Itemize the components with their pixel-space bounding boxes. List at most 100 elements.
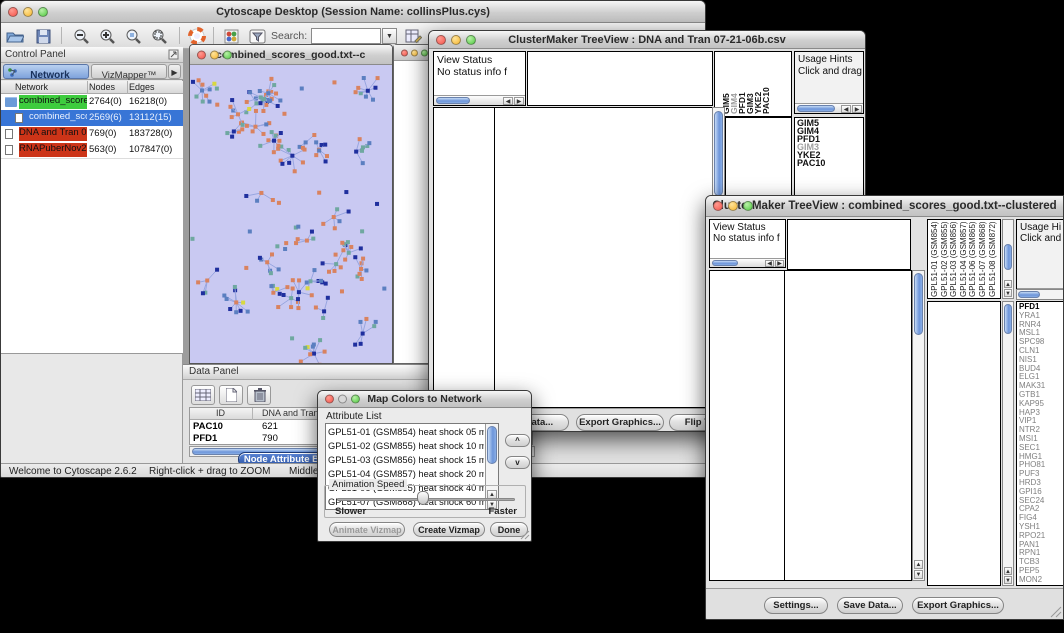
detail-heatmap-canvas[interactable] [929, 303, 999, 584]
tv1-column-labels-panel: GIM5GIM4PFD1GIM3YKE2PAC10 [714, 51, 792, 117]
configure-search-icon[interactable] [403, 26, 423, 46]
tv1-status-scrollbar[interactable]: ◀ ▶ [434, 95, 525, 105]
similarity-matrix-canvas[interactable] [731, 120, 779, 168]
close-button[interactable] [436, 35, 446, 45]
zoom-button[interactable] [351, 395, 360, 404]
tv2-genelist-hscrollbar[interactable] [1016, 289, 1064, 300]
zoom-selected-icon[interactable] [123, 26, 143, 46]
data-panel-title: Data Panel [189, 366, 238, 377]
slider-min-label: Slower [335, 506, 366, 517]
filter-icon[interactable] [247, 26, 267, 46]
gene-label: PEP5 [1019, 567, 1045, 576]
zoom-button[interactable] [466, 35, 476, 45]
close-button[interactable] [325, 395, 334, 404]
animate-vizmap-button[interactable]: Animate Vizmap [329, 522, 405, 537]
tv2-global-vscrollbar[interactable]: ▲ ▼ [912, 270, 925, 581]
vizmapper-icon[interactable] [221, 26, 241, 46]
tv2-global-heatmap-panel[interactable] [784, 270, 912, 581]
resize-grip[interactable] [520, 530, 530, 540]
minimize-button[interactable] [23, 7, 33, 17]
network-view-canvas[interactable] [190, 65, 392, 363]
tv1-heatmap-panel[interactable] [494, 107, 713, 408]
tv2-right-lower-vscrollbar[interactable]: ▲ ▼ [1002, 301, 1014, 586]
tv1-column-dendrogram-panel[interactable] [527, 51, 713, 106]
save-data-button[interactable]: Save Data... [837, 597, 903, 614]
search-input[interactable] [311, 28, 381, 44]
network-edges: 107847(0) [129, 144, 181, 155]
gene-label: YSH1 [1019, 523, 1045, 532]
resize-grip[interactable] [1050, 606, 1062, 618]
main-title-bar[interactable]: Cytoscape Desktop (Session Name: collins… [1, 1, 705, 23]
close-button[interactable] [197, 50, 206, 59]
zoom-button[interactable] [421, 49, 428, 56]
zoom-out-icon[interactable] [71, 26, 91, 46]
tv2-status-scrollbar[interactable]: ◀ ▶ [710, 258, 785, 267]
save-icon[interactable] [33, 26, 53, 46]
new-attribute-icon[interactable] [219, 385, 243, 405]
search-dropdown-button[interactable]: ▼ [382, 28, 397, 44]
attribute-list-item[interactable]: GPL51-02 (GSM855) heat shock 10 min [328, 439, 484, 453]
network-frame-title: combined_scores_good.txt--cluste... [216, 49, 366, 61]
tv2-right-upper-vscrollbar[interactable]: ▲ ▼ [1002, 219, 1014, 299]
slider-thumb[interactable] [417, 491, 429, 505]
close-button[interactable] [8, 7, 18, 17]
tv2-column-dendrogram-panel[interactable] [787, 219, 911, 270]
attribute-list-item[interactable]: GPL51-01 (GSM854) heat shock 05 min [328, 425, 484, 439]
settings-button[interactable]: Settings... [764, 597, 828, 614]
export-graphics-button[interactable]: Export Graphics... [912, 597, 1004, 614]
create-vizmap-button[interactable]: Create Vizmap [413, 522, 485, 537]
minimize-button[interactable] [210, 50, 219, 59]
row-dendrogram-canvas[interactable] [434, 108, 494, 407]
tab-network-label: Network [30, 70, 69, 81]
gene-label: ELG1 [1019, 373, 1045, 382]
export-graphics-button[interactable]: Export Graphics... [576, 414, 664, 431]
close-button[interactable] [401, 49, 408, 56]
move-down-button[interactable]: v [505, 456, 530, 469]
network-list-row[interactable]: RNAPuberNov2+I563(0)107847(0) [1, 142, 183, 158]
zoom-button[interactable] [38, 7, 48, 17]
network-list-row[interactable]: DNA and Tran 07769(0)183728(0) [1, 126, 183, 142]
treeview2-title: ClusterMaker TreeView : combined_scores_… [712, 200, 1056, 212]
tv2-row-dendrogram-panel[interactable] [709, 270, 785, 581]
matrix-column-label: GPL51-07 (GSM868) [978, 219, 987, 297]
gene-label: PFD1 [1019, 303, 1045, 312]
move-up-button[interactable]: ^ [505, 434, 530, 447]
tv1-row-dendrogram-panel[interactable] [433, 107, 495, 408]
zoom-button[interactable] [223, 50, 232, 59]
column-dendrogram-canvas[interactable] [788, 220, 910, 269]
network-list-empty-area[interactable] [1, 158, 183, 353]
minimize-button[interactable] [411, 49, 418, 56]
global-heatmap-canvas[interactable] [785, 271, 911, 580]
tv1-usage-scrollbar[interactable]: ◀ ▶ [795, 103, 863, 113]
tv2-view-status-panel: View StatusNo status info f ◀ ▶ [709, 219, 786, 268]
gene-label: SEC24 [1019, 497, 1045, 506]
network-nodes: 2764(0) [89, 96, 122, 107]
close-button[interactable] [713, 201, 723, 211]
network-list-row[interactable]: combined_scores2764(0)16218(0) [1, 94, 183, 110]
heatmap-canvas[interactable] [495, 108, 712, 407]
network-overview-canvas[interactable] [1, 353, 183, 464]
gene-label: YKE2 [797, 151, 825, 159]
control-panel-title: Control Panel [5, 49, 66, 60]
open-file-icon[interactable] [5, 26, 25, 46]
minimize-button[interactable] [451, 35, 461, 45]
tab-overflow-button[interactable]: ▶ [168, 64, 181, 79]
zoom-button[interactable] [743, 201, 753, 211]
gene-label: PHO81 [1019, 461, 1045, 470]
minimize-button[interactable] [728, 201, 738, 211]
zoom-in-icon[interactable] [97, 26, 117, 46]
map-colors-dialog: Map Colors to Network Attribute List GPL… [317, 390, 532, 542]
minimize-button[interactable] [338, 395, 347, 404]
column-dendrogram-canvas[interactable] [528, 52, 712, 105]
tab-vizmapper[interactable]: VizMapper™ [91, 64, 167, 79]
tab-network[interactable]: Network [3, 64, 89, 79]
help-lifering-icon[interactable] [187, 26, 207, 46]
delete-attribute-trash-icon[interactable] [247, 385, 271, 405]
table-mode-icon[interactable] [191, 385, 215, 405]
tv2-detail-heatmap-panel[interactable] [927, 301, 1001, 586]
row-dendrogram-canvas[interactable] [710, 271, 784, 580]
float-panel-icon[interactable] [168, 49, 179, 60]
attribute-list-item[interactable]: GPL51-03 (GSM856) heat shock 15 min [328, 453, 484, 467]
network-list-row[interactable]: combined_sco2569(6)13112(15) [1, 110, 183, 126]
zoom-fit-icon[interactable] [149, 26, 169, 46]
